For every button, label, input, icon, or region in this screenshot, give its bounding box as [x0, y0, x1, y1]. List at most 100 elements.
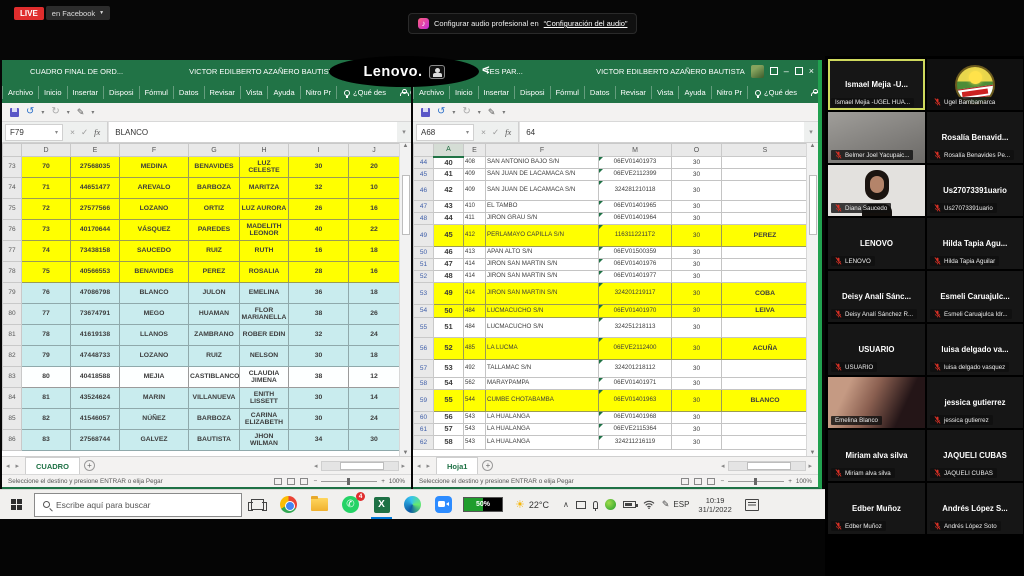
cell[interactable]: 06EV01401968	[599, 412, 672, 424]
cell[interactable]: HUAMAN	[189, 304, 240, 325]
cell[interactable]: PAREDES	[189, 220, 240, 241]
cell[interactable]: 42	[434, 181, 464, 201]
normal-view-icon[interactable]	[274, 478, 282, 485]
participant-tile[interactable]: Hilda Tapia Agu...Hilda Tapia Aguilar	[927, 218, 1023, 269]
cell[interactable]: 324201218112	[599, 360, 672, 378]
participant-tile[interactable]: Belmer Joel Yacupaic...	[828, 112, 925, 163]
cell[interactable]: JHON WILMAN	[240, 430, 289, 451]
cell[interactable]: 47	[434, 259, 464, 271]
cell[interactable]: 30	[289, 346, 349, 367]
sheet-tab-hoja1[interactable]: Hoja1	[436, 457, 478, 474]
row-header-61[interactable]: 61	[414, 424, 434, 436]
qat-customize-icon[interactable]: ▾	[91, 109, 94, 116]
cell[interactable]: 30	[672, 360, 722, 378]
page-layout-view-icon[interactable]	[287, 478, 295, 485]
cell[interactable]: SAN JUAN DE LACAMACA S/N	[486, 181, 599, 201]
column-header-H[interactable]: H	[240, 144, 289, 157]
ribbon-tab-ayuda[interactable]: Ayuda	[268, 86, 300, 99]
cell[interactable]: BAUTISTA	[189, 430, 240, 451]
cell[interactable]: 30	[672, 271, 722, 283]
row-header-81[interactable]: 81	[3, 325, 22, 346]
cell[interactable]: 40418588	[71, 367, 120, 388]
cell[interactable]: 06EV01401977	[599, 271, 672, 283]
scrollbar-thumb[interactable]	[402, 175, 410, 235]
h-scroll-thumb[interactable]	[747, 462, 791, 470]
cell[interactable]: SAUCEDO	[120, 241, 189, 262]
participant-tile[interactable]: Deisy Analí Sánc...Deisy Analí Sánchez R…	[828, 271, 925, 322]
cell[interactable]: 10	[349, 178, 400, 199]
zoom-slider-thumb[interactable]	[347, 478, 350, 485]
cell[interactable]: LA HUALANGA	[486, 424, 599, 436]
row-header-84[interactable]: 84	[3, 388, 22, 409]
participant-tile[interactable]: Us27073391uarioUs27073391uario	[927, 165, 1023, 216]
zoom-slider-thumb[interactable]	[754, 478, 757, 485]
action-center-button[interactable]	[745, 499, 759, 511]
cell[interactable]: 484	[464, 305, 486, 318]
row-header-51[interactable]: 51	[414, 259, 434, 271]
wifi-icon[interactable]	[643, 500, 655, 509]
cell[interactable]: 30	[672, 157, 722, 169]
participant-tile[interactable]: Miriam alva silvaMiriam alva silva	[828, 430, 925, 481]
page-break-view-icon[interactable]	[300, 478, 308, 485]
cell[interactable]	[722, 412, 807, 424]
cell[interactable]: 06EV01401970	[599, 305, 672, 318]
row-header-74[interactable]: 74	[3, 178, 22, 199]
cell[interactable]: APAN ALTO S/N	[486, 247, 599, 259]
cell[interactable]: NÚÑEZ	[120, 409, 189, 430]
cell[interactable]: 50	[434, 305, 464, 318]
file-explorer-button[interactable]	[304, 490, 335, 519]
enter-icon[interactable]: ✓	[492, 127, 499, 138]
cell[interactable]: 543	[464, 412, 486, 424]
cell[interactable]: 30	[672, 424, 722, 436]
cell[interactable]: 30	[289, 157, 349, 178]
cell[interactable]: 44	[434, 213, 464, 225]
page-layout-view-icon[interactable]	[694, 478, 702, 485]
cell[interactable]: CLAUDIA JIMENA	[240, 367, 289, 388]
add-sheet-icon[interactable]: +	[482, 460, 493, 471]
cell[interactable]	[722, 181, 807, 201]
cell[interactable]: MADELITH LEONOR	[240, 220, 289, 241]
chrome-button[interactable]	[273, 490, 304, 519]
cell[interactable]: 55	[434, 390, 464, 412]
cell[interactable]: 16	[289, 241, 349, 262]
cell[interactable]: VÁSQUEZ	[120, 220, 189, 241]
cell[interactable]: 26	[289, 199, 349, 220]
zoom-in-icon[interactable]: +	[788, 478, 792, 485]
enter-icon[interactable]: ✓	[81, 127, 88, 138]
cell[interactable]: 408	[464, 157, 486, 169]
participant-tile[interactable]: jessica gutierrezjessica gutierrez	[927, 377, 1023, 428]
cell[interactable]: 72	[22, 199, 71, 220]
cell[interactable]	[722, 271, 807, 283]
cell[interactable]: 30	[672, 181, 722, 201]
cell[interactable]: LUZ CELESTE	[240, 157, 289, 178]
cell[interactable]: MEJIA	[120, 367, 189, 388]
column-header-D[interactable]: D	[22, 144, 71, 157]
cell[interactable]	[722, 378, 807, 390]
cell[interactable]: 18	[349, 241, 400, 262]
participant-tile[interactable]: Rosalía Benavid...Rosalía Benavides Pe..…	[927, 112, 1023, 163]
clock[interactable]: 10:19 31/1/2022	[698, 496, 731, 514]
participant-tile[interactable]: Ugel Bambamarca	[927, 59, 1023, 110]
ribbon-tab-nitropr[interactable]: Nitro Pr	[301, 86, 337, 99]
cell[interactable]: 30	[349, 430, 400, 451]
cell[interactable]: 30	[672, 378, 722, 390]
row-header-76[interactable]: 76	[3, 220, 22, 241]
participant-tile[interactable]: Ismael Mejia -U...Ismael Mejia -UGEL HUA…	[828, 59, 925, 110]
cell[interactable]: 410	[464, 201, 486, 213]
horizontal-scrollbar[interactable]: ◂▸	[721, 457, 814, 474]
antivirus-tray-icon[interactable]	[605, 499, 616, 510]
column-header-I[interactable]: I	[289, 144, 349, 157]
cell[interactable]: 06EV01401964	[599, 213, 672, 225]
scrollbar-thumb[interactable]	[809, 175, 817, 235]
name-box[interactable]: A68▾	[416, 124, 474, 141]
redo-icon[interactable]: ↻	[51, 107, 59, 117]
row-header-58[interactable]: 58	[414, 378, 434, 390]
cell[interactable]: 484	[464, 318, 486, 338]
cell[interactable]: 16	[349, 262, 400, 283]
cell[interactable]: RUIZ	[189, 346, 240, 367]
cell[interactable]: 22	[349, 220, 400, 241]
cell[interactable]: 409	[464, 181, 486, 201]
row-header-49[interactable]: 49	[414, 225, 434, 247]
audio-config-notification[interactable]: ♪ Configurar audio profesional en “Confi…	[408, 13, 637, 34]
column-header-A[interactable]: A	[434, 144, 464, 157]
